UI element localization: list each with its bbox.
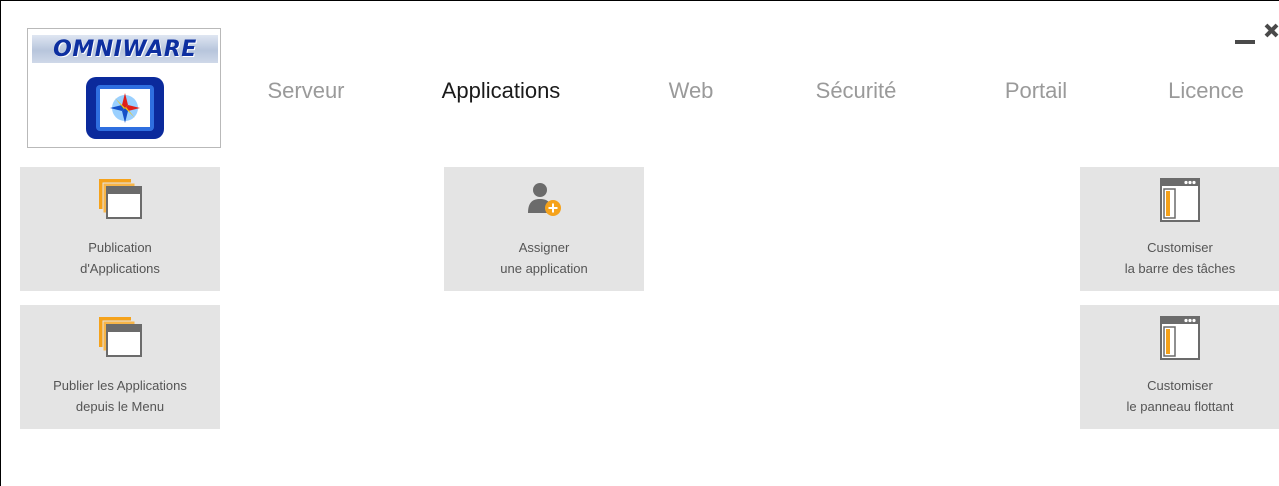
compass-logo-icon	[86, 77, 164, 139]
tab-web[interactable]: Web	[641, 73, 741, 109]
windows-stack-icon	[99, 179, 142, 219]
tile-label: Customiser le panneau flottant	[1126, 378, 1234, 414]
tab-portail[interactable]: Portail	[976, 73, 1096, 109]
tab-serveur[interactable]: Serveur	[251, 73, 361, 109]
customize-floating-panel-tile[interactable]: Customiser le panneau flottant	[1080, 305, 1279, 429]
close-icon	[1264, 23, 1279, 38]
publication-applications-tile[interactable]: Publication d'Applications	[20, 167, 220, 291]
tab-securite[interactable]: Sécurité	[781, 73, 931, 109]
tile-label: Publication d'Applications	[80, 240, 160, 276]
window-panel-icon	[1160, 316, 1200, 360]
minimize-button[interactable]	[1235, 29, 1255, 45]
tab-applications[interactable]: Applications	[401, 73, 601, 109]
publish-from-menu-tile[interactable]: Publier les Applications depuis le Menu	[20, 305, 220, 429]
omniware-logo: OMNIWARE	[27, 28, 221, 148]
tile-label: Customiser la barre des tâches	[1124, 240, 1236, 276]
windows-stack-icon	[99, 317, 142, 357]
main-tabs: Serveur Applications Web Sécurité Portai…	[241, 73, 1279, 109]
tile-label: Assigner une application	[500, 240, 588, 276]
add-user-icon	[528, 183, 561, 216]
tab-licence[interactable]: Licence	[1146, 73, 1266, 109]
app-window: OMNIWARE Serveur Applications Web Sécuri…	[0, 0, 1279, 486]
tile-label: Publier les Applications depuis le Menu	[53, 378, 187, 414]
logo-text: OMNIWARE	[32, 35, 218, 63]
close-button[interactable]	[1263, 23, 1279, 39]
assign-application-tile[interactable]: Assigner une application	[444, 167, 644, 291]
minimize-icon	[1235, 40, 1255, 44]
window-panel-icon	[1160, 178, 1200, 222]
customize-taskbar-tile[interactable]: Customiser la barre des tâches	[1080, 167, 1279, 291]
